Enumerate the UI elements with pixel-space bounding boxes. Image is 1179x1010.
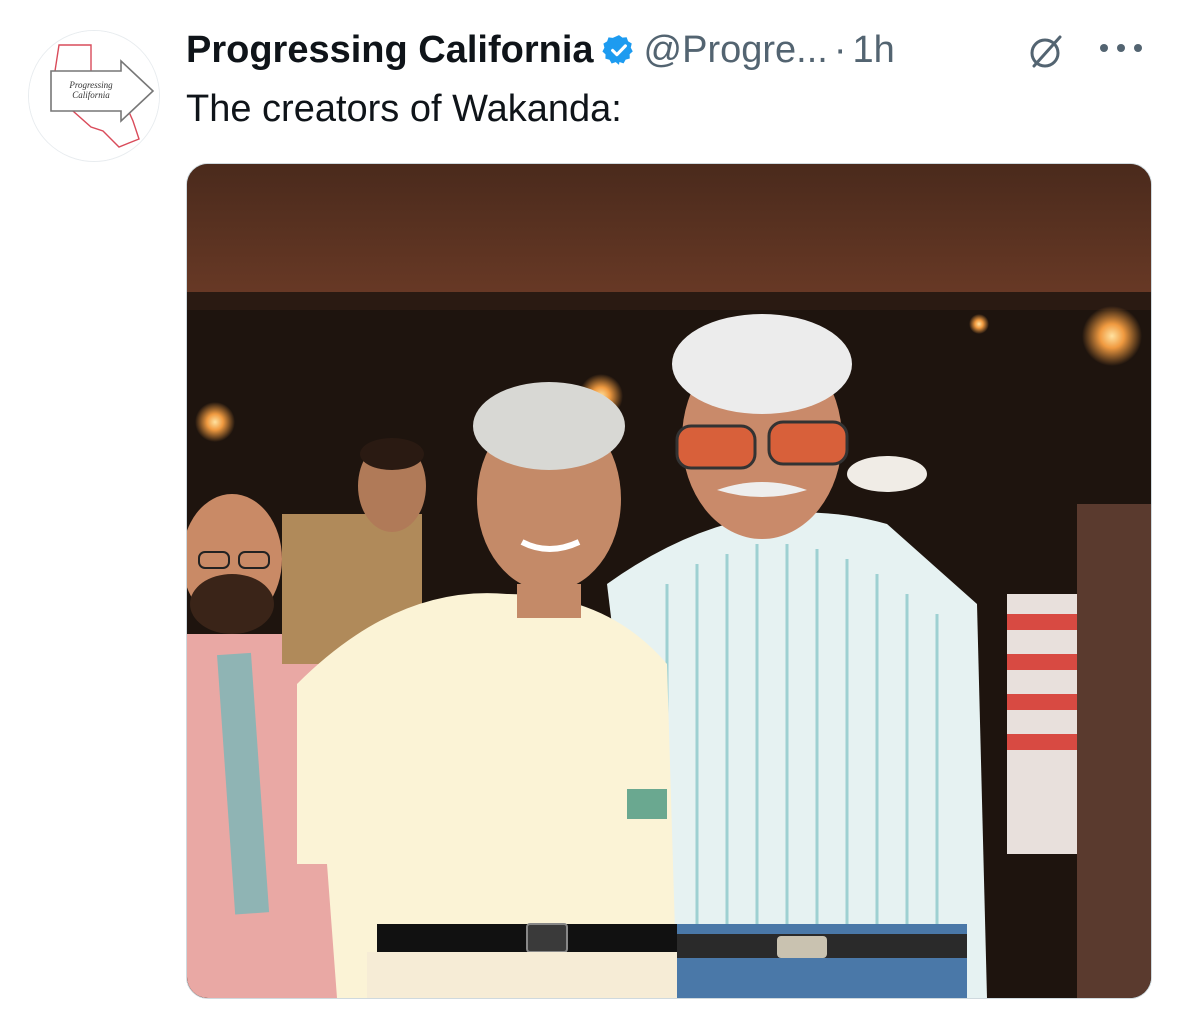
logo-text-line2: California [72, 90, 110, 100]
photo-illustration [187, 164, 1151, 998]
separator-dot: · [833, 28, 847, 71]
logo-text-line1: Progressing [68, 80, 113, 90]
verified-badge-icon[interactable] [601, 33, 636, 67]
timestamp[interactable]: 1h [853, 29, 895, 72]
tweet-header: Progressing California @Progre... · 1h [186, 24, 895, 76]
avatar[interactable]: Progressing California [28, 30, 160, 162]
handle[interactable]: @Progre... [644, 29, 828, 72]
progressing-california-logo: Progressing California [29, 31, 159, 161]
grok-icon[interactable] [1024, 31, 1066, 73]
tweet-photo[interactable] [186, 163, 1152, 999]
display-name[interactable]: Progressing California [186, 29, 594, 72]
more-options-icon[interactable] [1096, 41, 1146, 55]
tweet-text: The creators of Wakanda: [186, 88, 622, 130]
